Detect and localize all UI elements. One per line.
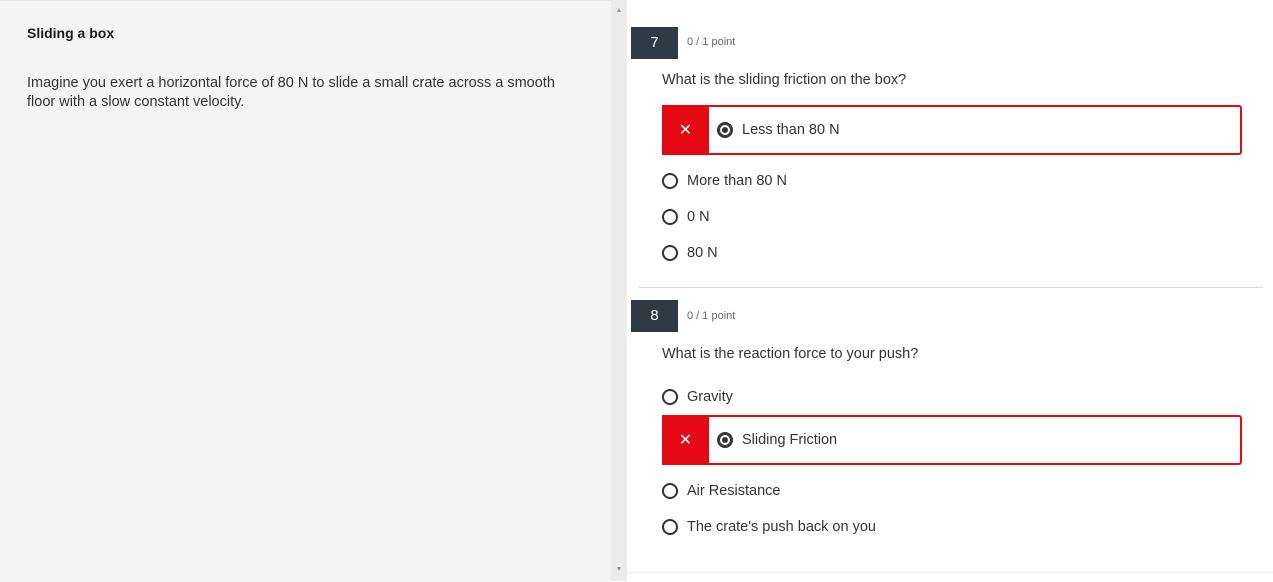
panel-bottom-divider	[627, 572, 1273, 573]
answer-option-label: More than 80 N	[687, 173, 787, 189]
question-divider	[639, 287, 1263, 288]
scroll-down-icon[interactable]: ▼	[611, 563, 627, 577]
scrollbar[interactable]: ▲ ▼	[611, 0, 627, 581]
answer-option-label: 80 N	[687, 245, 718, 261]
radio-button[interactable]	[662, 209, 678, 225]
stimulus-text: Imagine you exert a horizontal force of …	[27, 75, 555, 110]
answer-option-label: Sliding Friction	[742, 432, 838, 448]
answer-option[interactable]: 80 N	[662, 242, 718, 264]
answer-option-label: Less than 80 N	[742, 122, 840, 138]
radio-button[interactable]	[662, 519, 678, 535]
incorrect-icon: ✕	[662, 105, 709, 155]
answer-option[interactable]: 0 N	[662, 206, 710, 228]
answer-option-label: Air Resistance	[687, 483, 781, 499]
radio-button[interactable]	[662, 173, 678, 189]
question-text: What is the sliding friction on the box?	[662, 72, 907, 88]
question-number-badge: 7	[631, 27, 678, 59]
question-points: 0 / 1 point	[687, 36, 736, 48]
scroll-up-icon[interactable]: ▲	[611, 4, 627, 18]
answer-option-incorrect[interactable]: ✕ Less than 80 N	[662, 105, 1242, 155]
answer-option[interactable]: More than 80 N	[662, 170, 787, 192]
questions-panel: 7 0 / 1 point What is the sliding fricti…	[627, 0, 1273, 581]
question-number-badge: 8	[631, 300, 678, 332]
answer-option-label: The crate's push back on you	[687, 519, 876, 535]
stimulus-title: Sliding a box	[27, 25, 115, 41]
stimulus-panel: Sliding a box Imagine you exert a horizo…	[0, 0, 611, 582]
radio-button[interactable]	[662, 483, 678, 499]
answer-option-label: Gravity	[687, 389, 733, 405]
radio-button[interactable]	[662, 389, 678, 405]
radio-button[interactable]	[662, 245, 678, 261]
radio-button-selected[interactable]	[717, 122, 733, 138]
answer-option[interactable]: Gravity	[662, 386, 733, 408]
answer-option-incorrect[interactable]: ✕ Sliding Friction	[662, 415, 1242, 465]
answer-option-label: 0 N	[687, 209, 710, 225]
question-points: 0 / 1 point	[687, 310, 736, 322]
answer-option[interactable]: Air Resistance	[662, 480, 780, 502]
question-text: What is the reaction force to your push?	[662, 346, 919, 362]
incorrect-icon: ✕	[662, 415, 709, 465]
radio-button-selected[interactable]	[717, 432, 733, 448]
answer-option[interactable]: The crate's push back on you	[662, 516, 876, 538]
